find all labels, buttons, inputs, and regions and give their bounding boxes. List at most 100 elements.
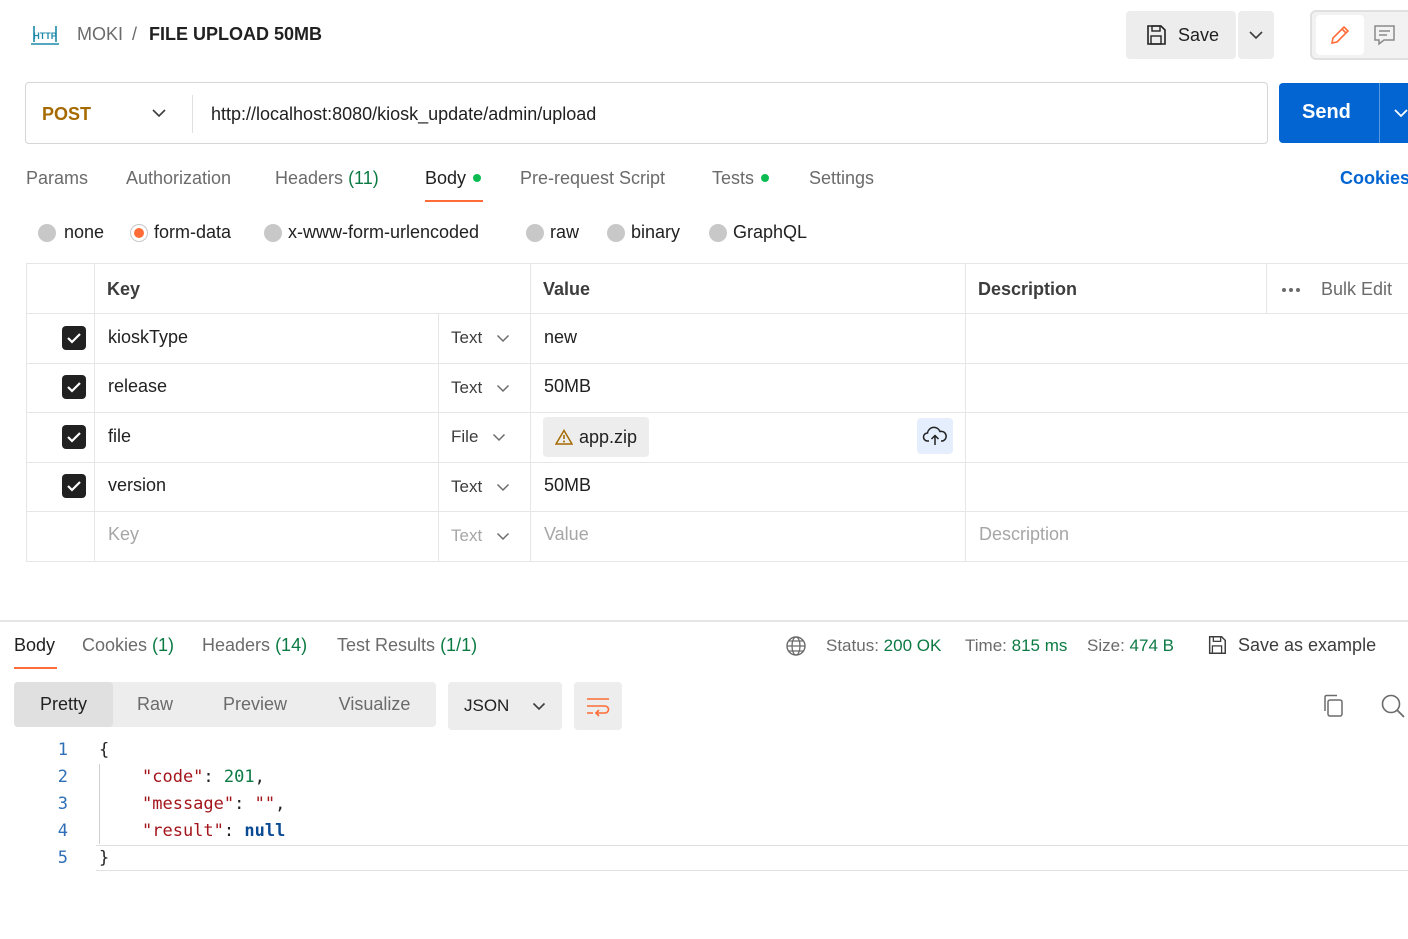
save-options-button[interactable] <box>1238 11 1274 59</box>
radio-button[interactable] <box>38 223 56 242</box>
type-label: File <box>451 427 479 446</box>
tab-params[interactable]: Params <box>26 168 88 189</box>
tab-tests[interactable]: Tests <box>712 168 770 189</box>
response-status[interactable]: Status: 200 OK <box>826 636 941 656</box>
response-code-viewer[interactable]: 1 2 3 4 5 { "code": 201, "message": "", … <box>0 738 1408 878</box>
bulk-edit-button[interactable]: Bulk Edit <box>1321 279 1392 300</box>
radio-raw[interactable]: raw <box>526 222 579 243</box>
response-time[interactable]: Time: 815 ms <box>965 636 1067 656</box>
code-line: "result": null <box>142 821 285 841</box>
upload-file-button[interactable] <box>917 418 953 454</box>
response-tab-headers[interactable]: Headers (14) <box>202 635 307 656</box>
table-row: release Text 50MB <box>26 363 1408 412</box>
response-size[interactable]: Size: 474 B <box>1087 636 1174 656</box>
radio-label: raw <box>550 222 580 242</box>
radio-none[interactable]: none <box>38 222 104 243</box>
radio-button[interactable] <box>264 223 282 242</box>
response-pane-divider[interactable] <box>0 620 1408 622</box>
cookies-link[interactable]: Cookies <box>1340 168 1408 189</box>
radio-button[interactable] <box>607 223 625 242</box>
tab-body[interactable]: Body <box>425 168 482 189</box>
divider <box>26 561 1408 562</box>
key-cell[interactable]: version <box>108 475 166 496</box>
divider <box>1379 83 1380 143</box>
row-checkbox[interactable] <box>62 375 86 399</box>
radio-form-data[interactable]: form-data <box>130 222 231 243</box>
key-cell[interactable]: file <box>108 426 131 447</box>
tab-settings[interactable]: Settings <box>809 168 874 189</box>
radio-x-www-form-urlencoded[interactable]: x-www-form-urlencoded <box>264 222 479 243</box>
description-input[interactable]: Description <box>979 524 1069 545</box>
globe-icon[interactable] <box>785 635 807 657</box>
save-icon <box>1144 23 1168 47</box>
value-cell[interactable]: 50MB <box>544 376 591 397</box>
tab-pre-request-script[interactable]: Pre-request Script <box>520 168 665 189</box>
json-null: null <box>244 821 286 841</box>
chevron-down-icon[interactable] <box>151 108 167 118</box>
search-icon[interactable] <box>1380 693 1406 719</box>
more-options-icon[interactable] <box>1281 287 1301 293</box>
tab-headers[interactable]: Headers (11) <box>275 168 379 189</box>
tab-count: (1/1) <box>440 635 478 655</box>
tab-label: Body <box>14 635 56 655</box>
url-input[interactable]: http://localhost:8080/kiosk_update/admin… <box>211 104 596 125</box>
chevron-down-icon[interactable] <box>1393 108 1408 118</box>
view-mode-toggle[interactable] <box>1310 10 1408 60</box>
view-preview[interactable]: Preview <box>197 682 313 727</box>
status-dot <box>761 174 770 182</box>
send-button[interactable]: Send <box>1279 83 1408 143</box>
tab-count: (11) <box>348 168 379 188</box>
breadcrumb-collection[interactable]: MOKI <box>77 24 123 45</box>
type-select[interactable]: Text <box>451 378 510 398</box>
value-input[interactable]: Value <box>544 524 589 545</box>
key-cell[interactable]: release <box>108 376 167 397</box>
response-tab-cookies[interactable]: Cookies (1) <box>82 635 174 656</box>
radio-button[interactable] <box>130 223 148 242</box>
type-select[interactable]: Text <box>451 328 510 348</box>
value-cell[interactable]: new <box>544 327 577 348</box>
request-title[interactable]: FILE UPLOAD 50MB <box>149 24 322 45</box>
type-select[interactable]: File <box>451 427 506 447</box>
type-label: Text <box>451 378 483 397</box>
radio-graphql[interactable]: GraphQL <box>709 222 807 243</box>
table-row: kioskType Text new <box>26 313 1408 363</box>
key-cell[interactable]: kioskType <box>108 327 188 348</box>
radio-label: none <box>64 222 105 242</box>
chevron-down-icon <box>497 532 510 540</box>
radio-binary[interactable]: binary <box>607 222 680 243</box>
status-value: 200 OK <box>883 636 942 655</box>
row-checkbox[interactable] <box>62 425 86 449</box>
view-raw[interactable]: Raw <box>113 682 197 727</box>
method-select[interactable]: POST <box>42 104 192 125</box>
format-select[interactable]: JSON <box>448 682 562 730</box>
line-number: 1 <box>57 740 68 760</box>
active-tab-indicator <box>14 667 57 669</box>
comments-button[interactable] <box>1372 22 1402 50</box>
file-chip[interactable]: app.zip <box>543 417 650 457</box>
divider <box>192 95 193 133</box>
value-cell[interactable]: 50MB <box>544 475 591 496</box>
copy-icon[interactable] <box>1321 693 1345 719</box>
type-select[interactable]: Text <box>451 526 510 546</box>
save-as-example-button[interactable]: Save as example <box>1206 634 1376 656</box>
save-label: Save <box>1178 24 1220 45</box>
type-select[interactable]: Text <box>451 477 510 497</box>
cloud-upload-icon <box>922 426 947 445</box>
tab-label: Settings <box>809 168 875 188</box>
edit-mode-button[interactable] <box>1316 15 1364 55</box>
key-input[interactable]: Key <box>108 524 139 545</box>
json-colon: : <box>223 821 245 841</box>
response-tab-body[interactable]: Body <box>14 635 55 656</box>
wrap-lines-button[interactable] <box>574 682 622 730</box>
view-pretty[interactable]: Pretty <box>14 682 113 727</box>
radio-button[interactable] <box>709 223 727 242</box>
active-tab-indicator <box>425 200 483 202</box>
response-tab-test-results[interactable]: Test Results (1/1) <box>337 635 477 656</box>
row-checkbox[interactable] <box>62 474 86 498</box>
save-button[interactable]: Save <box>1126 11 1236 59</box>
tab-label: Test Results <box>337 635 436 655</box>
view-visualize[interactable]: Visualize <box>313 682 436 727</box>
radio-button[interactable] <box>526 223 544 242</box>
tab-authorization[interactable]: Authorization <box>126 168 231 189</box>
row-checkbox[interactable] <box>62 326 86 350</box>
